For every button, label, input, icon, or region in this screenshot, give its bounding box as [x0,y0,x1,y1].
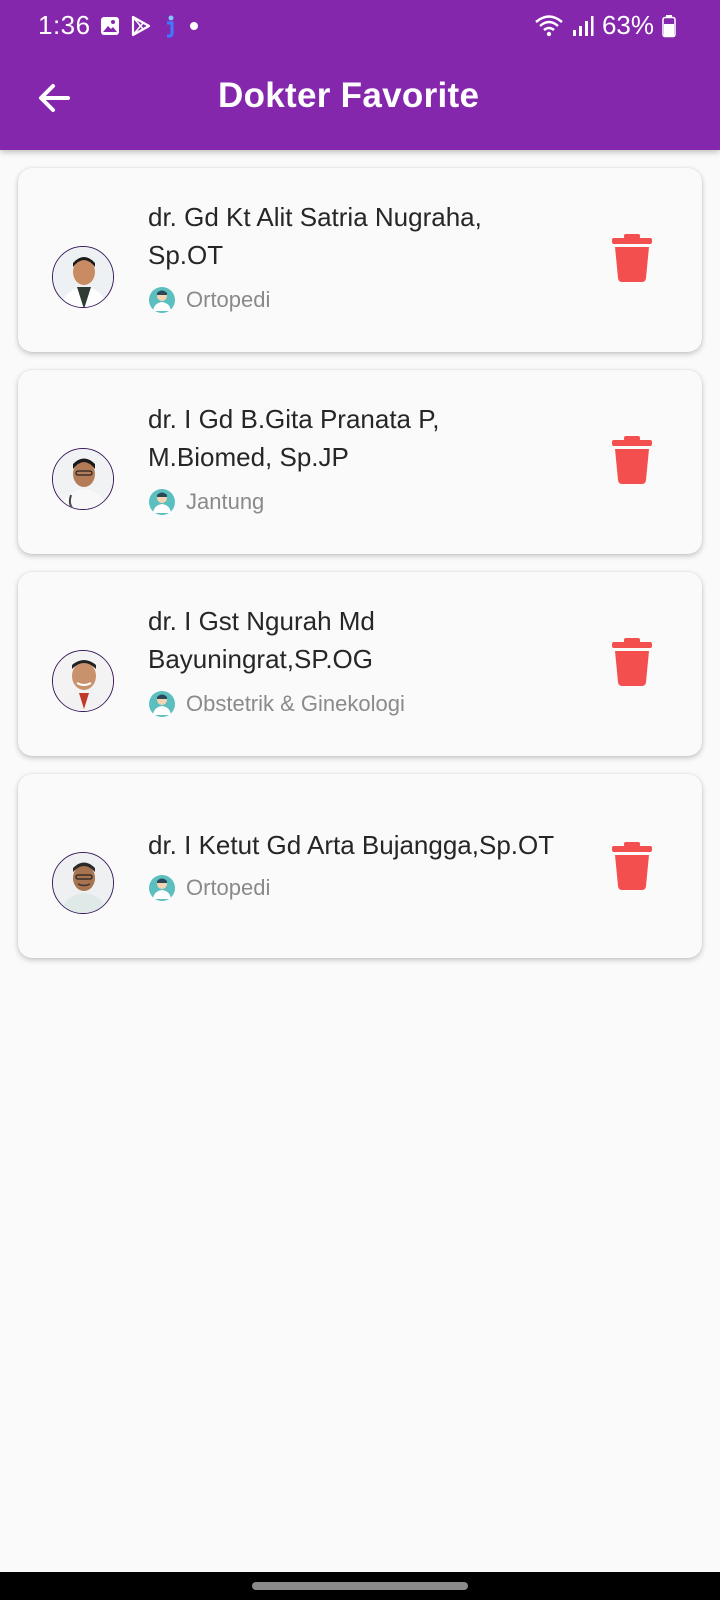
doctor-card[interactable]: dr. I Gd B.Gita Pranata P, M.Biomed, Sp.… [18,370,702,554]
page-title: Dokter Favorite [218,76,480,115]
battery-percent: 63% [601,10,654,40]
title-row: Dokter Favorite [0,70,720,126]
doctor-specialty: Obstetrik & Ginekologi [148,690,405,718]
arrow-left-icon [39,84,70,112]
doctor-name: dr. I Gst Ngurah Md Bayuningrat,SP.OG [148,606,375,674]
doctor-avatar [52,448,114,510]
doctor-icon [149,691,175,717]
doctor-card[interactable]: dr. I Ketut Gd Arta Bujangga,Sp.OT Ortop… [18,774,702,958]
delete-icon[interactable] [610,842,654,890]
dot-icon [190,22,198,30]
status-bar: 1:36 63% [0,0,720,52]
doctor-icon [149,489,175,515]
app-bar: 1:36 63% Dokter Favorite [0,0,720,150]
doctor-icon [149,287,175,313]
battery-icon [662,14,676,37]
doctor-avatar [52,246,114,308]
delete-icon[interactable] [610,436,654,484]
doctor-avatar [52,852,114,914]
doctor-card[interactable]: dr. Gd Kt Alit Satria Nugraha, Sp.OT Ort… [18,168,702,352]
status-right: 63% [534,10,676,41]
back-button[interactable] [32,76,76,120]
doctor-avatar [52,650,114,712]
delete-icon[interactable] [610,638,654,686]
home-gesture-handle[interactable] [252,1582,468,1590]
delete-icon[interactable] [610,234,654,282]
app-notification-icon [167,15,174,38]
wifi-icon [535,14,563,36]
doctor-name: dr. I Gd B.Gita Pranata P, M.Biomed, Sp.… [148,404,440,472]
doctor-specialty: Jantung [148,488,264,516]
doctor-name: dr. Gd Kt Alit Satria Nugraha, Sp.OT [148,202,482,270]
gallery-icon [101,17,119,35]
doctor-specialty: Ortopedi [148,874,270,902]
status-time: 1:36 [38,10,91,40]
doctor-icon [149,875,175,901]
doctor-card[interactable]: dr. I Gst Ngurah Md Bayuningrat,SP.OG Ob… [18,572,702,756]
play-store-icon [131,15,151,37]
notification-icons [100,14,200,38]
signal-icon [572,15,594,36]
doctor-specialty: Ortopedi [148,286,270,314]
doctor-name: dr. I Ketut Gd Arta Bujangga,Sp.OT [148,830,555,860]
system-nav-bar [0,1572,720,1600]
